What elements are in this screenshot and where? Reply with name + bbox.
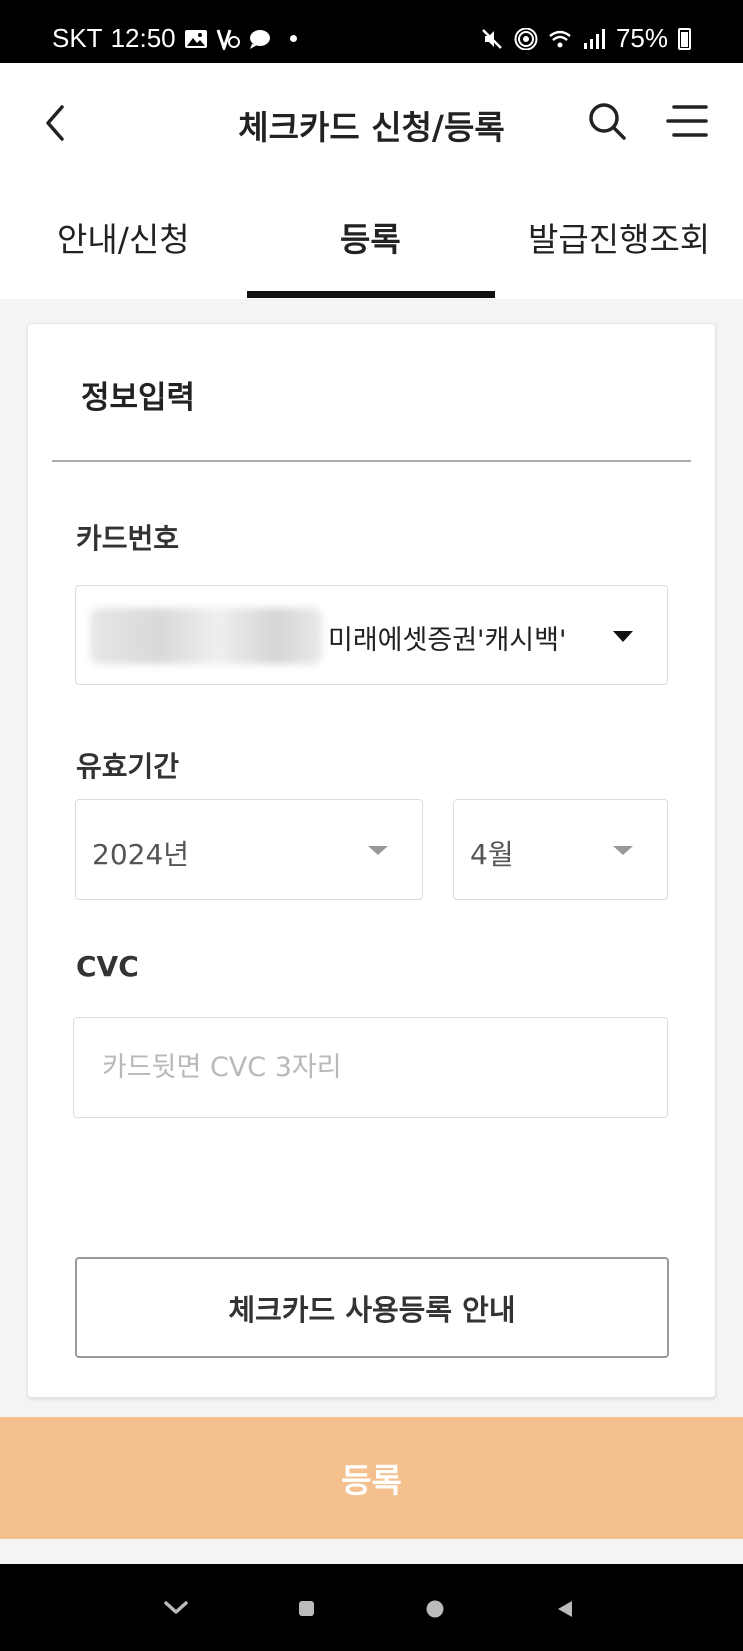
recents-chevron-icon[interactable] [136,1564,216,1651]
hotspot-icon [514,27,538,50]
notification-dot-icon [289,35,297,42]
status-left: SKT 12:50 [52,23,297,54]
wifi-icon [549,30,571,47]
tab-register[interactable]: 등록 [340,213,401,261]
circle-icon[interactable] [395,1564,475,1651]
battery-percent: 75% [615,23,668,53]
search-icon[interactable] [585,99,629,143]
masked-card-number [90,608,322,664]
clock: 12:50 [110,23,176,53]
card-name: 미래에셋증권'캐시백' [328,625,567,656]
expiry-month-value: 4월 [470,838,514,871]
active-tab-indicator [247,291,495,298]
carrier-label: SKT [52,23,103,53]
tab-issue-status[interactable]: 발급진행조회 [528,213,710,261]
status-right: 75% [480,23,691,54]
usage-registration-guide-button[interactable]: 체크카드 사용등록 안내 [75,1257,669,1358]
cvc-input[interactable] [73,1017,668,1118]
gallery-icon [184,29,207,48]
app-header: 체크카드 신청/등록 [0,63,743,183]
caret-down-icon [613,631,633,642]
cvc-label: CVC [76,950,139,983]
tab-guide-apply[interactable]: 안내/신청 [57,213,190,261]
expiry-year-select[interactable]: 2024년 [75,799,423,900]
card-number-label: 카드번호 [76,522,180,555]
status-bar: SKT 12:50 75% [0,0,743,63]
page-title: 체크카드 신청/등록 [238,108,505,147]
mute-icon [482,28,502,49]
back-triangle-icon[interactable] [525,1564,605,1651]
expiry-year-value: 2024년 [92,838,190,871]
silent-mode-icon [216,29,240,50]
home-square-icon[interactable] [266,1564,346,1651]
card-number-select[interactable]: 미래에셋증권'캐시백' [75,585,668,685]
battery-icon [678,27,691,50]
caret-down-icon [368,846,388,855]
signal-icon [583,28,605,49]
info-input-card: 정보입력 카드번호 미래에셋증권'캐시백' 유효기간 2024년 4월 CVC … [27,323,716,1398]
caret-down-icon [613,846,633,855]
tab-bar: 안내/신청 등록 발급진행조회 [0,183,743,299]
register-button[interactable]: 등록 [0,1417,743,1539]
section-title: 정보입력 [81,380,196,416]
section-divider [52,460,691,462]
expiry-month-select[interactable]: 4월 [453,799,668,900]
chat-bubble-icon [249,29,270,49]
system-nav-bar [0,1564,743,1651]
menu-icon[interactable] [666,101,710,141]
expiry-label: 유효기간 [76,750,180,783]
